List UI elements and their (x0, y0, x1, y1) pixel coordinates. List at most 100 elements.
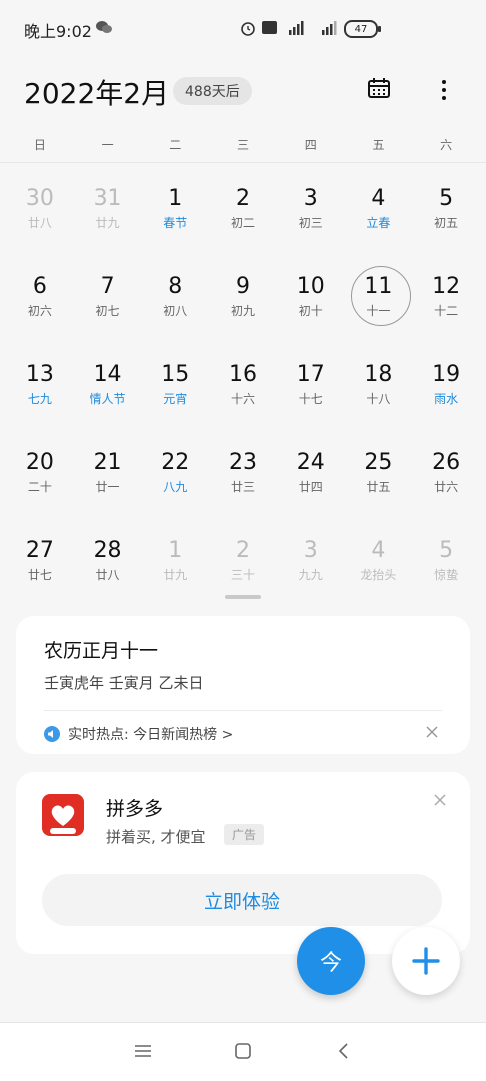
lunar-info-card[interactable]: 农历正月十一 壬寅虎年 壬寅月 乙未日 实时热点: 今日新闻热榜 > (16, 616, 470, 754)
back-icon[interactable] (337, 1043, 351, 1059)
day-cell[interactable]: 7 初七 (74, 258, 142, 346)
day-cell[interactable]: 31 廿九 (74, 170, 142, 258)
day-cell[interactable]: 24 廿四 (277, 434, 345, 522)
day-number: 18 (364, 362, 393, 387)
day-cell[interactable]: 25 廿五 (345, 434, 413, 522)
lunar-label: 十六 (230, 392, 255, 406)
day-number: 22 (161, 450, 190, 475)
ad-slogan: 拼着买, 才便宜 (106, 828, 206, 846)
day-number: 4 (371, 538, 386, 563)
calendar-grid: 30 廿八 31 廿九 1 春节 2 初二 3 初三 4 立春 5 初五 6 初六 7 初七 8 初八 9 初九 10 初十 1… (6, 170, 480, 610)
lunar-label: 七九 (27, 392, 52, 406)
day-cell[interactable]: 3 初三 (277, 170, 345, 258)
day-cell[interactable]: 4 立春 (345, 170, 413, 258)
lunar-label: 元宵 (163, 392, 188, 406)
day-cell[interactable]: 28 廿八 (74, 522, 142, 610)
day-cell[interactable]: 19 雨水 (412, 346, 480, 434)
lunar-label: 廿七 (27, 568, 52, 582)
close-icon[interactable] (425, 725, 439, 739)
hot-news-link[interactable]: 实时热点: 今日新闻热榜 > (44, 724, 233, 744)
day-cell[interactable]: 5 初五 (412, 170, 480, 258)
signal-icon-2 (322, 21, 337, 35)
lunar-label: 十八 (366, 392, 391, 406)
day-cell[interactable]: 26 廿六 (412, 434, 480, 522)
calendar-icon[interactable] (368, 78, 390, 98)
drag-handle[interactable] (225, 595, 261, 599)
status-bar: 晚上9:02 47 (0, 0, 486, 58)
add-event-button[interactable] (392, 927, 460, 995)
day-cell[interactable]: 2 初二 (209, 170, 277, 258)
lunar-label: 情人节 (89, 392, 126, 406)
weekday-label: 二 (169, 138, 182, 152)
menu-icon[interactable] (134, 1043, 152, 1059)
lunar-label: 初七 (95, 304, 120, 318)
day-number: 26 (432, 450, 461, 475)
day-cell[interactable]: 8 初八 (141, 258, 209, 346)
day-cell[interactable]: 22 八九 (141, 434, 209, 522)
month-title[interactable]: 2022年2月 (24, 72, 169, 112)
day-number: 23 (228, 450, 257, 475)
day-cell[interactable]: 30 廿八 (6, 170, 74, 258)
day-cell[interactable]: 16 十六 (209, 346, 277, 434)
ad-label-badge: 广告 (224, 824, 265, 845)
day-cell[interactable]: 27 廿七 (6, 522, 74, 610)
more-options-icon[interactable] (440, 77, 448, 101)
day-number: 15 (161, 362, 190, 387)
lunar-label: 八九 (163, 480, 188, 494)
day-cell[interactable]: 6 初六 (6, 258, 74, 346)
day-number: 13 (25, 362, 54, 387)
day-cell[interactable]: 13 七九 (6, 346, 74, 434)
day-cell[interactable]: 21 廿一 (74, 434, 142, 522)
day-cell[interactable]: 23 廿三 (209, 434, 277, 522)
day-cell[interactable]: 20 二十 (6, 434, 74, 522)
day-cell[interactable]: 4 龙抬头 (345, 522, 413, 610)
ad-app-name: 拼多多 (106, 798, 164, 820)
day-cell[interactable]: 12 十二 (412, 258, 480, 346)
day-cell[interactable]: 15 元宵 (141, 346, 209, 434)
hd-icon (262, 21, 277, 34)
lunar-label: 龙抬头 (360, 568, 397, 582)
day-cell[interactable]: 14 情人节 (74, 346, 142, 434)
weekday-label: 四 (304, 138, 317, 152)
day-number: 25 (364, 450, 393, 475)
day-number: 1 (168, 186, 183, 211)
day-number: 21 (93, 450, 122, 475)
lunar-label: 廿九 (163, 568, 188, 582)
day-cell[interactable]: 10 初十 (277, 258, 345, 346)
lunar-label: 廿四 (298, 480, 323, 494)
day-cell[interactable]: 5 惊蛰 (412, 522, 480, 610)
day-cell[interactable]: 1 春节 (141, 170, 209, 258)
lunar-date-title: 农历正月十一 (44, 640, 159, 662)
day-number: 28 (93, 538, 122, 563)
day-cell[interactable]: 18 十八 (345, 346, 413, 434)
day-cell[interactable]: 9 初九 (209, 258, 277, 346)
close-icon[interactable] (434, 794, 446, 806)
days-after-badge: 488天后 (173, 77, 252, 105)
card-divider (44, 710, 442, 711)
lunar-label: 廿八 (95, 568, 120, 582)
day-cell[interactable]: 3 九九 (277, 522, 345, 610)
day-number: 1 (168, 538, 183, 563)
day-number: 10 (296, 274, 325, 299)
day-number: 5 (439, 538, 454, 563)
day-cell[interactable]: 1 廿九 (141, 522, 209, 610)
day-number: 4 (371, 186, 386, 211)
day-cell[interactable]: 17 十七 (277, 346, 345, 434)
try-now-button[interactable]: 立即体验 (42, 874, 442, 926)
day-number: 9 (235, 274, 250, 299)
day-number: 27 (25, 538, 54, 563)
wechat-icon (96, 21, 112, 33)
today-ring (350, 266, 411, 326)
pinduoduo-logo (42, 794, 84, 836)
lunar-label: 初八 (163, 304, 188, 318)
lunar-label: 二十 (27, 480, 52, 494)
lunar-label: 三十 (230, 568, 255, 582)
day-number: 30 (25, 186, 54, 211)
lunar-label: 九九 (298, 568, 323, 582)
day-number: 6 (32, 274, 47, 299)
day-number: 17 (296, 362, 325, 387)
today-button[interactable]: 今 (297, 927, 365, 995)
day-number: 31 (93, 186, 122, 211)
home-icon[interactable] (234, 1043, 252, 1059)
day-cell-today[interactable]: 11 十一 (345, 258, 413, 346)
